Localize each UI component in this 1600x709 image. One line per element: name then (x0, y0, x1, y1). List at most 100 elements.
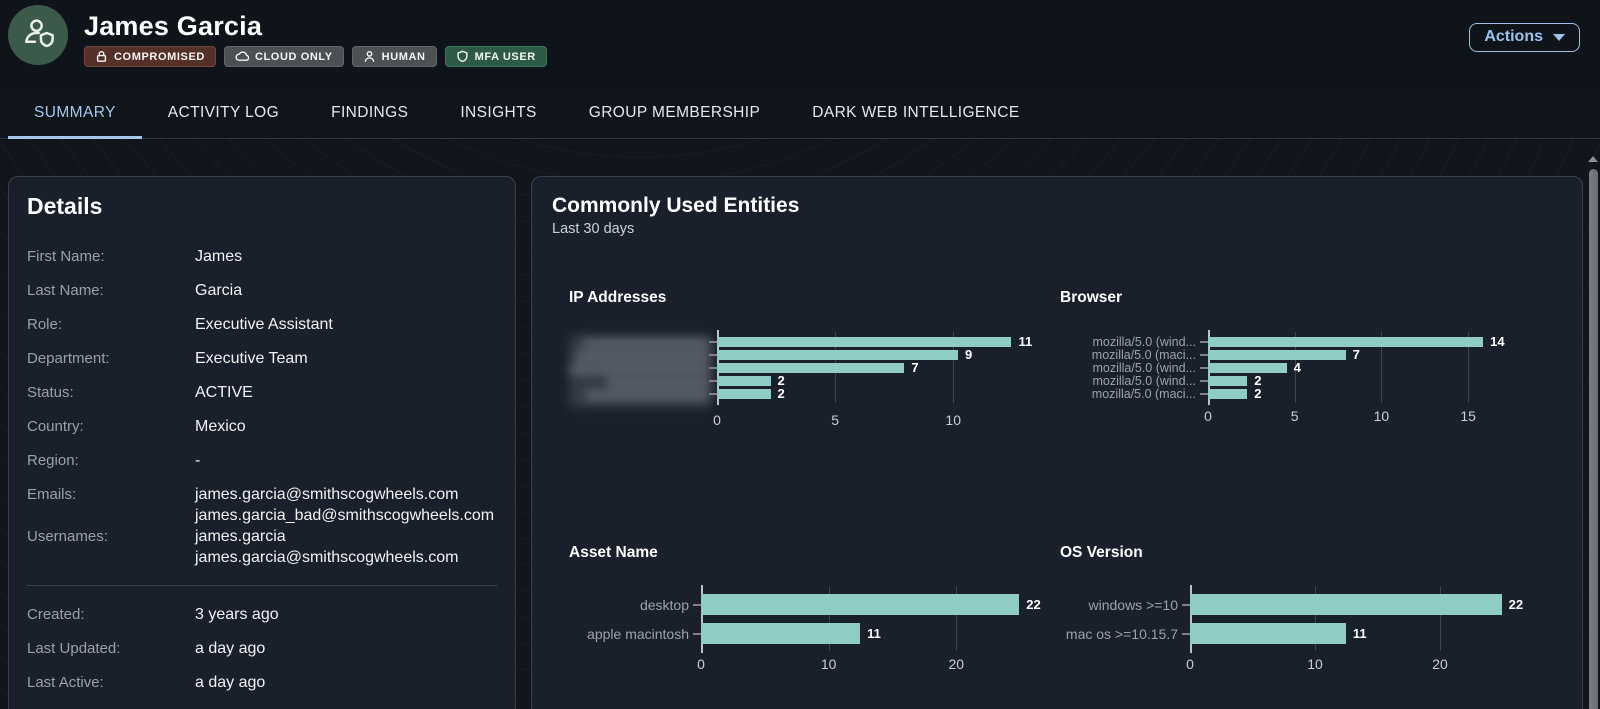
badge-label: HUMAN (382, 51, 426, 63)
bar (1208, 376, 1247, 386)
scroll-up-arrow-icon[interactable] (1588, 156, 1598, 162)
actions-button[interactable]: Actions (1469, 23, 1580, 52)
x-tick-label: 15 (1460, 408, 1476, 424)
detail-values: Mexico (195, 416, 246, 437)
bar-row: 9 (717, 348, 1057, 361)
tab-activity-log[interactable]: ACTIVITY LOG (142, 90, 305, 139)
bar-value-label: 9 (965, 347, 972, 362)
bar (1190, 594, 1502, 615)
shield-icon (456, 50, 469, 63)
entities-title: Commonly Used Entities (552, 193, 1562, 219)
detail-values: james.garciajames.garcia@smithscogwheels… (195, 526, 458, 568)
detail-values: Executive Assistant (195, 314, 333, 335)
details-divider (27, 585, 497, 586)
details-panel: Details First Name:JamesLast Name:Garcia… (8, 176, 516, 709)
bar-value-label: 4 (1294, 360, 1301, 375)
details-title: Details (27, 193, 497, 220)
lock-icon (95, 50, 108, 63)
chart-category-labels: windows >=10mac os >=10.15.7 (1060, 590, 1190, 648)
bar-row: 2 (717, 387, 1057, 400)
x-tick-label: 10 (821, 656, 837, 672)
chart-category-labels: mozilla/5.0 (wind...mozilla/5.0 (maci...… (1060, 335, 1208, 400)
detail-row-status: Status:ACTIVE (27, 382, 497, 403)
chart-title: IP Addresses (569, 289, 1060, 307)
charts-grid: IP Addresses1197220510Browsermozilla/5.0… (552, 289, 1562, 676)
cloud-icon (235, 50, 249, 63)
scrollbar-thumb[interactable] (1589, 169, 1598, 709)
detail-row-region: Region:- (27, 450, 497, 471)
category-label: mac os >=10.15.7 (1060, 619, 1190, 648)
detail-label: Last Updated: (27, 638, 195, 659)
detail-label: Last Active: (27, 672, 195, 693)
y-tick-mark (1200, 354, 1208, 356)
detail-row-last-updated: Last Updated:a day ago (27, 638, 497, 659)
category-label: mozilla/5.0 (wind... (1060, 361, 1208, 374)
detail-value: a day ago (195, 638, 265, 659)
chart-category-labels (569, 335, 717, 404)
bar (717, 363, 904, 373)
badge-label: CLOUD ONLY (255, 51, 333, 63)
x-tick-label: 10 (1307, 656, 1323, 672)
chart-area: mozilla/5.0 (wind...mozilla/5.0 (maci...… (1060, 335, 1551, 400)
chart-area: windows >=10mac os >=10.15.72211 (1060, 590, 1551, 648)
y-tick-mark (693, 633, 701, 635)
detail-value: james.garcia_bad@smithscogwheels.com (195, 505, 494, 526)
detail-values: - (195, 450, 200, 471)
detail-label: Country: (27, 416, 195, 437)
user-shield-icon (19, 14, 57, 57)
actions-button-label: Actions (1484, 28, 1543, 46)
tab-findings[interactable]: FINDINGS (305, 90, 434, 139)
bar-value-label: 11 (867, 626, 881, 641)
redacted-ip-labels (569, 339, 711, 404)
detail-values: James (195, 246, 242, 267)
chart-x-axis-ticks: 01020 (1190, 656, 1490, 676)
chart-plot-area: 147422 (1208, 335, 1508, 400)
status-badge-human: HUMAN (352, 46, 437, 67)
chart-x-axis-ticks: 051015 (1208, 408, 1508, 428)
chart-title: Asset Name (569, 544, 1060, 562)
chart-os-version: OS Versionwindows >=10mac os >=10.15.722… (1060, 544, 1551, 676)
bar (1190, 623, 1346, 644)
details-fields: First Name:JamesLast Name:GarciaRole:Exe… (27, 246, 497, 568)
chart-x-axis-ticks: 01020 (701, 656, 1001, 676)
y-tick-mark (709, 393, 717, 395)
detail-row-role: Role:Executive Assistant (27, 314, 497, 335)
bar (701, 623, 860, 644)
vertical-scrollbar[interactable] (1587, 156, 1599, 709)
bar-row: 22 (701, 590, 1041, 619)
detail-row-department: Department:Executive Team (27, 348, 497, 369)
y-tick-mark (709, 380, 717, 382)
detail-value: - (195, 450, 200, 471)
tab-summary[interactable]: SUMMARY (8, 90, 142, 139)
detail-label: Created: (27, 604, 195, 625)
tab-dark-web-intelligence[interactable]: DARK WEB INTELLIGENCE (786, 90, 1045, 139)
content-area: Details First Name:JamesLast Name:Garcia… (0, 139, 1600, 709)
detail-value: james.garcia@smithscogwheels.com (195, 484, 494, 505)
bar-value-label: 7 (911, 360, 918, 375)
blurred-text-line (569, 365, 711, 374)
bar-row: 22 (1190, 590, 1530, 619)
bar-row: 7 (1208, 348, 1548, 361)
detail-label: Status: (27, 382, 195, 403)
x-tick-label: 5 (831, 412, 839, 428)
bar-row: 11 (717, 335, 1057, 348)
chart-title: Browser (1060, 289, 1551, 307)
y-tick-mark (1200, 393, 1208, 395)
category-label: mozilla/5.0 (maci... (1060, 387, 1208, 400)
bar-value-label: 11 (1018, 334, 1032, 349)
tab-insights[interactable]: INSIGHTS (434, 90, 562, 139)
chart-asset-name: Asset Namedesktopapple macintosh22110102… (569, 544, 1060, 676)
bar (1208, 337, 1483, 347)
chart-ip-addresses: IP Addresses1197220510 (569, 289, 1060, 432)
badge-row: COMPROMISEDCLOUD ONLYHUMANMFA USER (84, 46, 547, 67)
x-tick-label: 0 (713, 412, 721, 428)
page-title: James Garcia (84, 10, 547, 42)
tab-group-membership[interactable]: GROUP MEMBERSHIP (563, 90, 786, 139)
detail-row-usernames: Usernames:james.garciajames.garcia@smith… (27, 526, 497, 568)
detail-value: james.garcia (195, 526, 458, 547)
detail-value: ACTIVE (195, 382, 253, 403)
bar-row: 2 (1208, 387, 1548, 400)
category-label: mozilla/5.0 (maci... (1060, 348, 1208, 361)
detail-value: 3 years ago (195, 604, 279, 625)
person-icon (363, 50, 376, 63)
